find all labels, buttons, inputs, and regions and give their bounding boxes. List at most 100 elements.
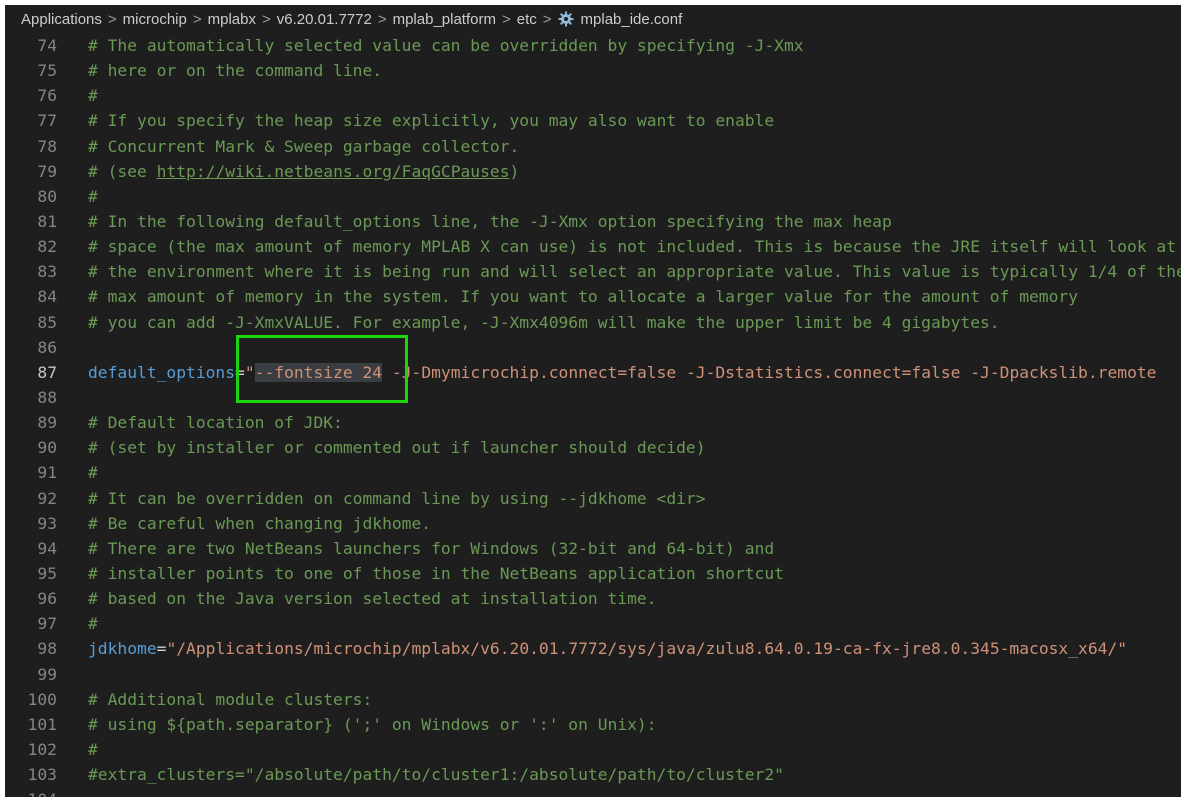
comment-text: # It can be overridden on command line b… bbox=[88, 488, 706, 508]
comment-text: # Concurrent Mark & Sweep garbage collec… bbox=[88, 136, 520, 156]
line-content[interactable]: # based on the Java version selected at … bbox=[88, 586, 657, 611]
breadcrumb-item-mplabx[interactable]: mplabx bbox=[208, 11, 256, 28]
breadcrumb-separator: > bbox=[192, 10, 202, 28]
comment-text: # If you specify the heap size explicitl… bbox=[88, 111, 775, 131]
line-content[interactable]: # Additional module clusters: bbox=[88, 687, 372, 712]
line-content[interactable]: # you can add -J-XmxVALUE. For example, … bbox=[88, 310, 1000, 335]
code-line[interactable]: 81 # In the following default_options lin… bbox=[5, 209, 1181, 234]
line-content[interactable]: # (see http://wiki.netbeans.org/FaqGCPau… bbox=[88, 159, 519, 184]
code-line[interactable]: 96 # based on the Java version selected a… bbox=[5, 586, 1181, 611]
line-number: 103 bbox=[27, 765, 57, 785]
breadcrumb-separator: > bbox=[542, 10, 552, 28]
line-content[interactable]: default_options="--fontsize 24 -J-Dmymic… bbox=[88, 360, 1156, 385]
line-content[interactable]: # bbox=[88, 83, 98, 108]
code-line[interactable]: 79 # (see http://wiki.netbeans.org/FaqGCP… bbox=[5, 159, 1181, 184]
line-content[interactable]: # In the following default_options line,… bbox=[88, 209, 892, 234]
line-number: 74 bbox=[37, 36, 57, 55]
line-content[interactable]: # The automatically selected value can b… bbox=[88, 33, 804, 58]
breadcrumb-item-mplab-platform[interactable]: mplab_platform bbox=[393, 11, 496, 28]
code-line[interactable]: 76 # bbox=[5, 83, 1181, 108]
line-number: 84 bbox=[37, 287, 57, 307]
code-line[interactable]: 95 # installer points to one of those in … bbox=[5, 561, 1181, 586]
code-line[interactable]: 99 bbox=[5, 662, 1181, 687]
code-line[interactable]: 85 # you can add -J-XmxVALUE. For example… bbox=[5, 310, 1181, 335]
string-quote: " bbox=[244, 362, 255, 382]
code-line[interactable]: 80 # bbox=[5, 184, 1181, 209]
line-number: 82 bbox=[37, 237, 57, 257]
comment-text: # bbox=[88, 186, 98, 206]
code-line[interactable]: 84 # max amount of memory in the system. … bbox=[5, 284, 1181, 309]
comment-text: # space (the max amount of memory MPLAB … bbox=[88, 237, 1177, 257]
code-line[interactable]: 100 # Additional module clusters: bbox=[5, 687, 1181, 712]
code-line[interactable]: 102 # bbox=[5, 737, 1181, 762]
code-line[interactable]: 78 # Concurrent Mark & Sweep garbage coll… bbox=[5, 134, 1181, 159]
code-line[interactable]: 77 # If you specify the heap size explici… bbox=[5, 108, 1181, 133]
breadcrumb-separator: > bbox=[107, 10, 117, 28]
code-line[interactable]: 88 bbox=[5, 385, 1181, 410]
line-content[interactable]: jdkhome="/Applications/microchip/mplabx/… bbox=[88, 636, 1127, 661]
editor-window: Applications > microchip > mplabx > v6.2… bbox=[5, 5, 1181, 797]
code-line[interactable]: 93 # Be careful when changing jdkhome. bbox=[5, 511, 1181, 536]
line-content[interactable]: # Be careful when changing jdkhome. bbox=[88, 511, 431, 536]
line-content[interactable]: # bbox=[88, 460, 98, 485]
comment-text: #extra_clusters="/absolute/path/to/clust… bbox=[88, 765, 784, 785]
code-line[interactable]: 98 jdkhome="/Applications/microchip/mplab… bbox=[5, 636, 1181, 661]
line-content[interactable]: # If you specify the heap size explicitl… bbox=[88, 108, 774, 133]
line-number: 97 bbox=[37, 614, 57, 634]
code-editor[interactable]: 74 # The automatically selected value can… bbox=[5, 33, 1181, 797]
code-line[interactable]: 101 # using ${path.separator} (';' on Win… bbox=[5, 712, 1181, 737]
breadcrumb-item-etc[interactable]: etc bbox=[517, 11, 537, 28]
code-line[interactable]: 97 # bbox=[5, 611, 1181, 636]
line-number: 81 bbox=[37, 211, 57, 231]
code-line[interactable]: 94 # There are two NetBeans launchers for… bbox=[5, 536, 1181, 561]
line-content[interactable]: # Concurrent Mark & Sweep garbage collec… bbox=[88, 134, 519, 159]
code-line[interactable]: 83 # the environment where it is being ru… bbox=[5, 259, 1181, 284]
line-content[interactable]: # the environment where it is being run … bbox=[88, 259, 1181, 284]
breadcrumb-item-microchip[interactable]: microchip bbox=[123, 11, 187, 28]
breadcrumb-item-version[interactable]: v6.20.01.7772 bbox=[277, 11, 372, 28]
line-number: 83 bbox=[37, 262, 57, 282]
breadcrumb-separator: > bbox=[377, 10, 387, 28]
line-content[interactable]: # bbox=[88, 737, 98, 762]
line-number: 77 bbox=[37, 111, 57, 131]
line-content[interactable]: # using ${path.separator} (';' on Window… bbox=[88, 712, 657, 737]
line-content[interactable]: #extra_clusters="/absolute/path/to/clust… bbox=[88, 762, 784, 787]
code-line[interactable]: 74 # The automatically selected value can… bbox=[5, 33, 1181, 58]
breadcrumb-item-file[interactable]: mplab_ide.conf bbox=[581, 11, 683, 28]
selected-text[interactable]: --fontsize 24 bbox=[254, 362, 383, 382]
comment-text: # The automatically selected value can b… bbox=[88, 36, 804, 55]
line-content[interactable]: # here or on the command line. bbox=[88, 58, 382, 83]
code-line[interactable]: 92 # It can be overridden on command line… bbox=[5, 486, 1181, 511]
code-line[interactable]: 91 # bbox=[5, 460, 1181, 485]
line-number: 98 bbox=[37, 639, 57, 659]
comment-text: # bbox=[88, 86, 98, 106]
breadcrumb-item-applications[interactable]: Applications bbox=[21, 11, 102, 28]
code-line[interactable]: 87 default_options="--fontsize 24 -J-Dmym… bbox=[5, 360, 1181, 385]
line-content[interactable]: # It can be overridden on command line b… bbox=[88, 486, 706, 511]
line-content[interactable]: # There are two NetBeans launchers for W… bbox=[88, 536, 774, 561]
comment-text: # max amount of memory in the system. If… bbox=[88, 287, 1079, 307]
line-content[interactable]: # max amount of memory in the system. If… bbox=[88, 284, 1078, 309]
equals-sign: = bbox=[156, 639, 167, 659]
line-number: 99 bbox=[37, 664, 57, 684]
line-content[interactable]: # Default location of JDK: bbox=[88, 410, 343, 435]
code-line[interactable]: 90 # (set by installer or commented out i… bbox=[5, 435, 1181, 460]
code-line[interactable]: 86 bbox=[5, 335, 1181, 360]
line-content[interactable]: # bbox=[88, 184, 98, 209]
code-line[interactable]: 89 # Default location of JDK: bbox=[5, 410, 1181, 435]
code-line[interactable]: 103 #extra_clusters="/absolute/path/to/cl… bbox=[5, 762, 1181, 787]
line-number: 90 bbox=[37, 438, 57, 458]
code-line[interactable]: 104 bbox=[5, 787, 1181, 797]
line-content[interactable]: # installer points to one of those in th… bbox=[88, 561, 784, 586]
code-line[interactable]: 75 # here or on the command line. bbox=[5, 58, 1181, 83]
line-content[interactable]: # bbox=[88, 611, 98, 636]
comment-text: # using ${path.separator} (';' on Window… bbox=[88, 714, 657, 734]
line-number: 75 bbox=[37, 61, 57, 81]
comment-link[interactable]: http://wiki.netbeans.org/FaqGCPauses bbox=[157, 162, 510, 181]
code-line[interactable]: 82 # space (the max amount of memory MPLA… bbox=[5, 234, 1181, 259]
comment-text: ) bbox=[509, 161, 520, 181]
line-content[interactable]: # space (the max amount of memory MPLAB … bbox=[88, 234, 1176, 259]
line-number: 94 bbox=[37, 538, 57, 558]
line-content[interactable]: # (set by installer or commented out if … bbox=[88, 435, 706, 460]
comment-text: # Default location of JDK: bbox=[88, 413, 343, 433]
